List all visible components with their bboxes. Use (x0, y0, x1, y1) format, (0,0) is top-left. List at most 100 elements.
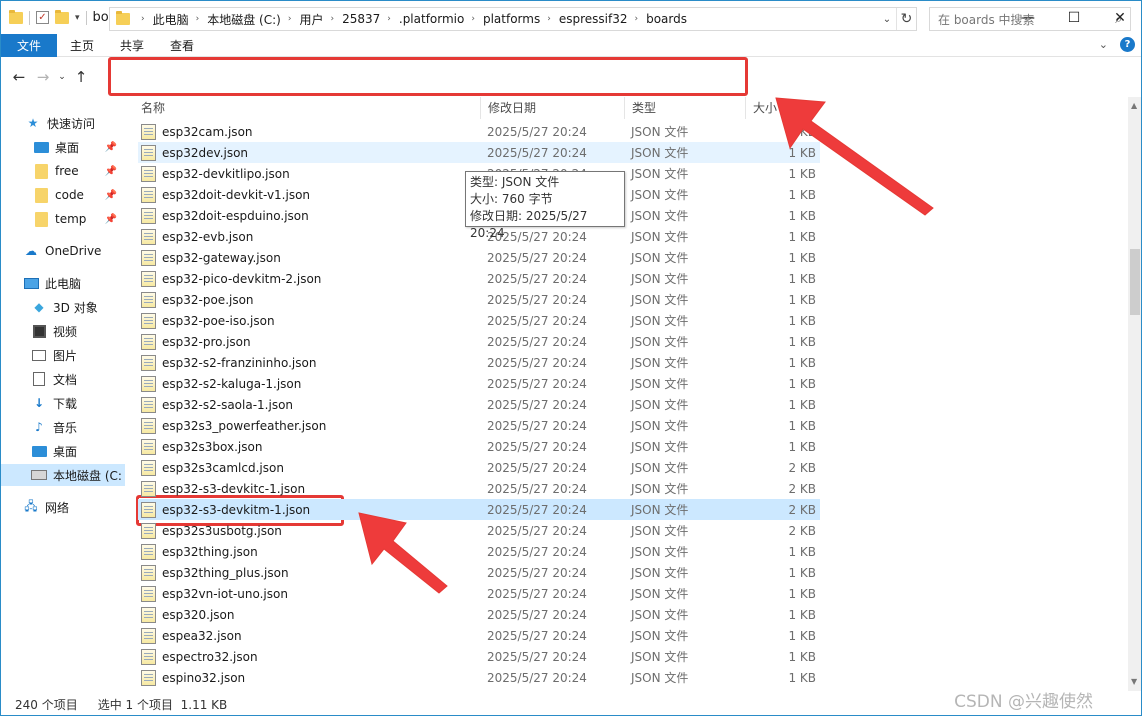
recent-locations-icon[interactable]: ⌄ (55, 72, 69, 82)
breadcrumb-platformio[interactable]: .platformio › (399, 12, 483, 26)
tab-file[interactable]: 文件 (1, 33, 58, 57)
breadcrumb-user[interactable]: 25837 › (342, 12, 399, 26)
column-header-type[interactable]: 类型 (625, 97, 746, 119)
file-row[interactable]: espectro32.json 2025/5/27 20:24 JSON 文件 1 K… (138, 646, 820, 667)
file-row[interactable]: esp32-poe-iso.json 2025/5/27 20:24 JSON 文件… (138, 310, 820, 331)
file-type: JSON 文件 (631, 188, 689, 202)
breadcrumb-espressif32[interactable]: espressif32 › (559, 12, 646, 26)
file-row[interactable]: esp32-s2-franzininho.json 2025/5/27 20:24… (138, 352, 820, 373)
properties-icon[interactable]: ✓ (36, 11, 49, 24)
json-file-icon (141, 354, 156, 371)
file-row[interactable]: esp32vn-iot-uno.json 2025/5/27 20:24 JSON … (138, 583, 820, 604)
chevron-right-icon[interactable]: › (387, 14, 391, 24)
column-header-date[interactable]: 修改日期 (481, 97, 625, 119)
column-header-name[interactable]: 名称 (134, 97, 481, 119)
search-input[interactable]: 在 boards 中搜索 ⌕ (929, 7, 1131, 31)
file-row[interactable]: esp32s3box.json 2025/5/27 20:24 JSON 文件 1 K… (138, 436, 820, 457)
nav-item-temp[interactable]: temp 📌 (1, 208, 125, 230)
music-icon: ♪ (35, 420, 43, 434)
file-type: JSON 文件 (631, 377, 689, 391)
file-row[interactable]: esp32s3camlcd.json 2025/5/27 20:24 JSON 文件… (138, 457, 820, 478)
column-header-size[interactable]: 大小 (746, 97, 826, 119)
help-icon[interactable]: ? (1120, 37, 1135, 52)
file-row[interactable]: esp32-poe.json 2025/5/27 20:24 JSON 文件 1 KB (138, 289, 820, 310)
file-row[interactable]: esp32thing_plus.json 2025/5/27 20:24 JSON … (138, 562, 820, 583)
nav-item-desktop[interactable]: 桌面 📌 (1, 136, 125, 158)
up-arrow-icon[interactable]: ↑ (69, 68, 93, 86)
file-type: JSON 文件 (631, 209, 689, 223)
file-row[interactable]: esp32dev.json 2025/5/27 20:24 JSON 文件 1 KB (138, 142, 820, 163)
nav-item-code[interactable]: code 📌 (1, 184, 125, 206)
file-name: esp32s3box.json (162, 439, 263, 454)
nav-item-free[interactable]: free 📌 (1, 160, 125, 182)
chevron-right-icon[interactable]: › (547, 14, 551, 24)
back-arrow-icon[interactable]: ← (7, 68, 31, 86)
customize-toolbar-icon[interactable]: ▾ (75, 13, 80, 23)
forward-arrow-icon[interactable]: → (31, 68, 55, 86)
folder-icon (33, 187, 49, 203)
file-row[interactable]: esp32s3_powerfeather.json 2025/5/27 20:24… (138, 415, 820, 436)
nav-item-music[interactable]: ♪ 音乐 (1, 416, 125, 438)
breadcrumb-boards[interactable]: boards (646, 12, 687, 26)
scrollbar-thumb[interactable] (1130, 249, 1140, 315)
nav-item-desktop-2[interactable]: 桌面 (1, 440, 125, 462)
file-row[interactable]: espino32.json 2025/5/27 20:24 JSON 文件 1 KB (138, 667, 820, 688)
file-date: 2025/5/27 20:24 (487, 502, 587, 517)
file-row[interactable]: esp32-s2-kaluga-1.json 2025/5/27 20:24 JSO… (138, 373, 820, 394)
expand-ribbon-icon[interactable]: ⌄ (1099, 38, 1108, 51)
file-name: esp32s3_powerfeather.json (162, 418, 327, 433)
nav-item-quick-access[interactable]: ★ 快速访问 (1, 112, 125, 134)
file-row[interactable]: esp32-gateway.json 2025/5/27 20:24 JSON 文件… (138, 247, 820, 268)
vertical-scrollbar[interactable]: ▲ ▼ (1128, 97, 1141, 691)
tab-share[interactable]: 共享 (107, 34, 157, 57)
tab-home[interactable]: 主页 (57, 34, 107, 57)
refresh-icon[interactable]: ↻ (896, 8, 916, 30)
file-row[interactable]: espea32.json 2025/5/27 20:24 JSON 文件 1 KB (138, 625, 820, 646)
breadcrumb-local-disk[interactable]: 本地磁盘 (C:) › (207, 11, 299, 28)
nav-item-documents[interactable]: 文档 (1, 368, 125, 390)
file-row[interactable]: esp32-pro.json 2025/5/27 20:24 JSON 文件 1 KB (138, 331, 820, 352)
nav-item-3d-objects[interactable]: ◆ 3D 对象 (1, 296, 125, 318)
tab-view[interactable]: 查看 (157, 34, 207, 57)
nav-item-downloads[interactable]: ↓ 下载 (1, 392, 125, 414)
json-file-icon (141, 417, 156, 434)
file-row[interactable]: esp32-s3-devkitm-1.json 2025/5/27 20:24 JS… (138, 499, 820, 520)
file-row[interactable]: esp320.json 2025/5/27 20:24 JSON 文件 1 KB (138, 604, 820, 625)
chevron-right-icon[interactable]: › (288, 14, 292, 24)
scroll-up-icon[interactable]: ▲ (1131, 101, 1137, 110)
file-row[interactable]: esp32-s2-saola-1.json 2025/5/27 20:24 JSON… (138, 394, 820, 415)
file-row[interactable]: esp32-s3-devkitc-1.json 2025/5/27 20:24 JS… (138, 478, 820, 499)
file-type: JSON 文件 (631, 398, 689, 412)
json-file-icon (141, 669, 156, 686)
nav-item-this-pc[interactable]: 此电脑 (1, 272, 125, 294)
file-row[interactable]: esp32s3usbotg.json 2025/5/27 20:24 JSON 文件… (138, 520, 820, 541)
file-name: esp32-pico-devkitm-2.json (162, 271, 322, 286)
chevron-right-icon[interactable]: › (471, 14, 475, 24)
chevron-down-icon[interactable]: ⌄ (878, 14, 896, 25)
navigation-pane: ★ 快速访问 桌面 📌 free 📌 code 📌 temp 📌 ☁ OneDrive 此电… (1, 97, 125, 691)
scroll-down-icon[interactable]: ▼ (1131, 677, 1137, 686)
breadcrumb-platforms[interactable]: platforms › (483, 12, 559, 26)
file-name: esp320.json (162, 607, 235, 622)
file-row[interactable]: esp32-pico-devkitm-2.json 2025/5/27 20:24… (138, 268, 820, 289)
nav-item-videos[interactable]: 视频 (1, 320, 125, 342)
chevron-right-icon[interactable]: › (330, 14, 334, 24)
tooltip-size: 大小: 760 字节 (470, 192, 553, 206)
nav-item-network[interactable]: 🖧 网络 (1, 496, 125, 518)
breadcrumb-users[interactable]: 用户 › (299, 11, 342, 28)
nav-item-local-disk[interactable]: 本地磁盘 (C: (1, 464, 125, 486)
file-row[interactable]: esp32thing.json 2025/5/27 20:24 JSON 文件 1 K… (138, 541, 820, 562)
breadcrumb-this-pc[interactable]: 此电脑 › (153, 11, 208, 28)
chevron-right-icon[interactable]: › (196, 14, 200, 24)
nav-item-onedrive[interactable]: ☁ OneDrive (1, 240, 125, 262)
chevron-right-icon[interactable]: › (141, 14, 145, 24)
file-row[interactable]: esp32cam.json 2025/5/27 20:24 JSON 文件 1 KB (138, 121, 820, 142)
new-folder-icon[interactable] (55, 9, 69, 24)
breadcrumb: › (134, 14, 153, 24)
address-bar[interactable]: › 此电脑 › 本地磁盘 (C:) › 用户 › 25837 › .platformio… (109, 7, 917, 31)
chevron-right-icon[interactable]: › (634, 14, 638, 24)
json-file-icon (141, 249, 156, 266)
file-size: 2 KB (788, 523, 816, 538)
nav-item-pictures[interactable]: 图片 (1, 344, 125, 366)
cube-icon: ◆ (34, 300, 44, 314)
